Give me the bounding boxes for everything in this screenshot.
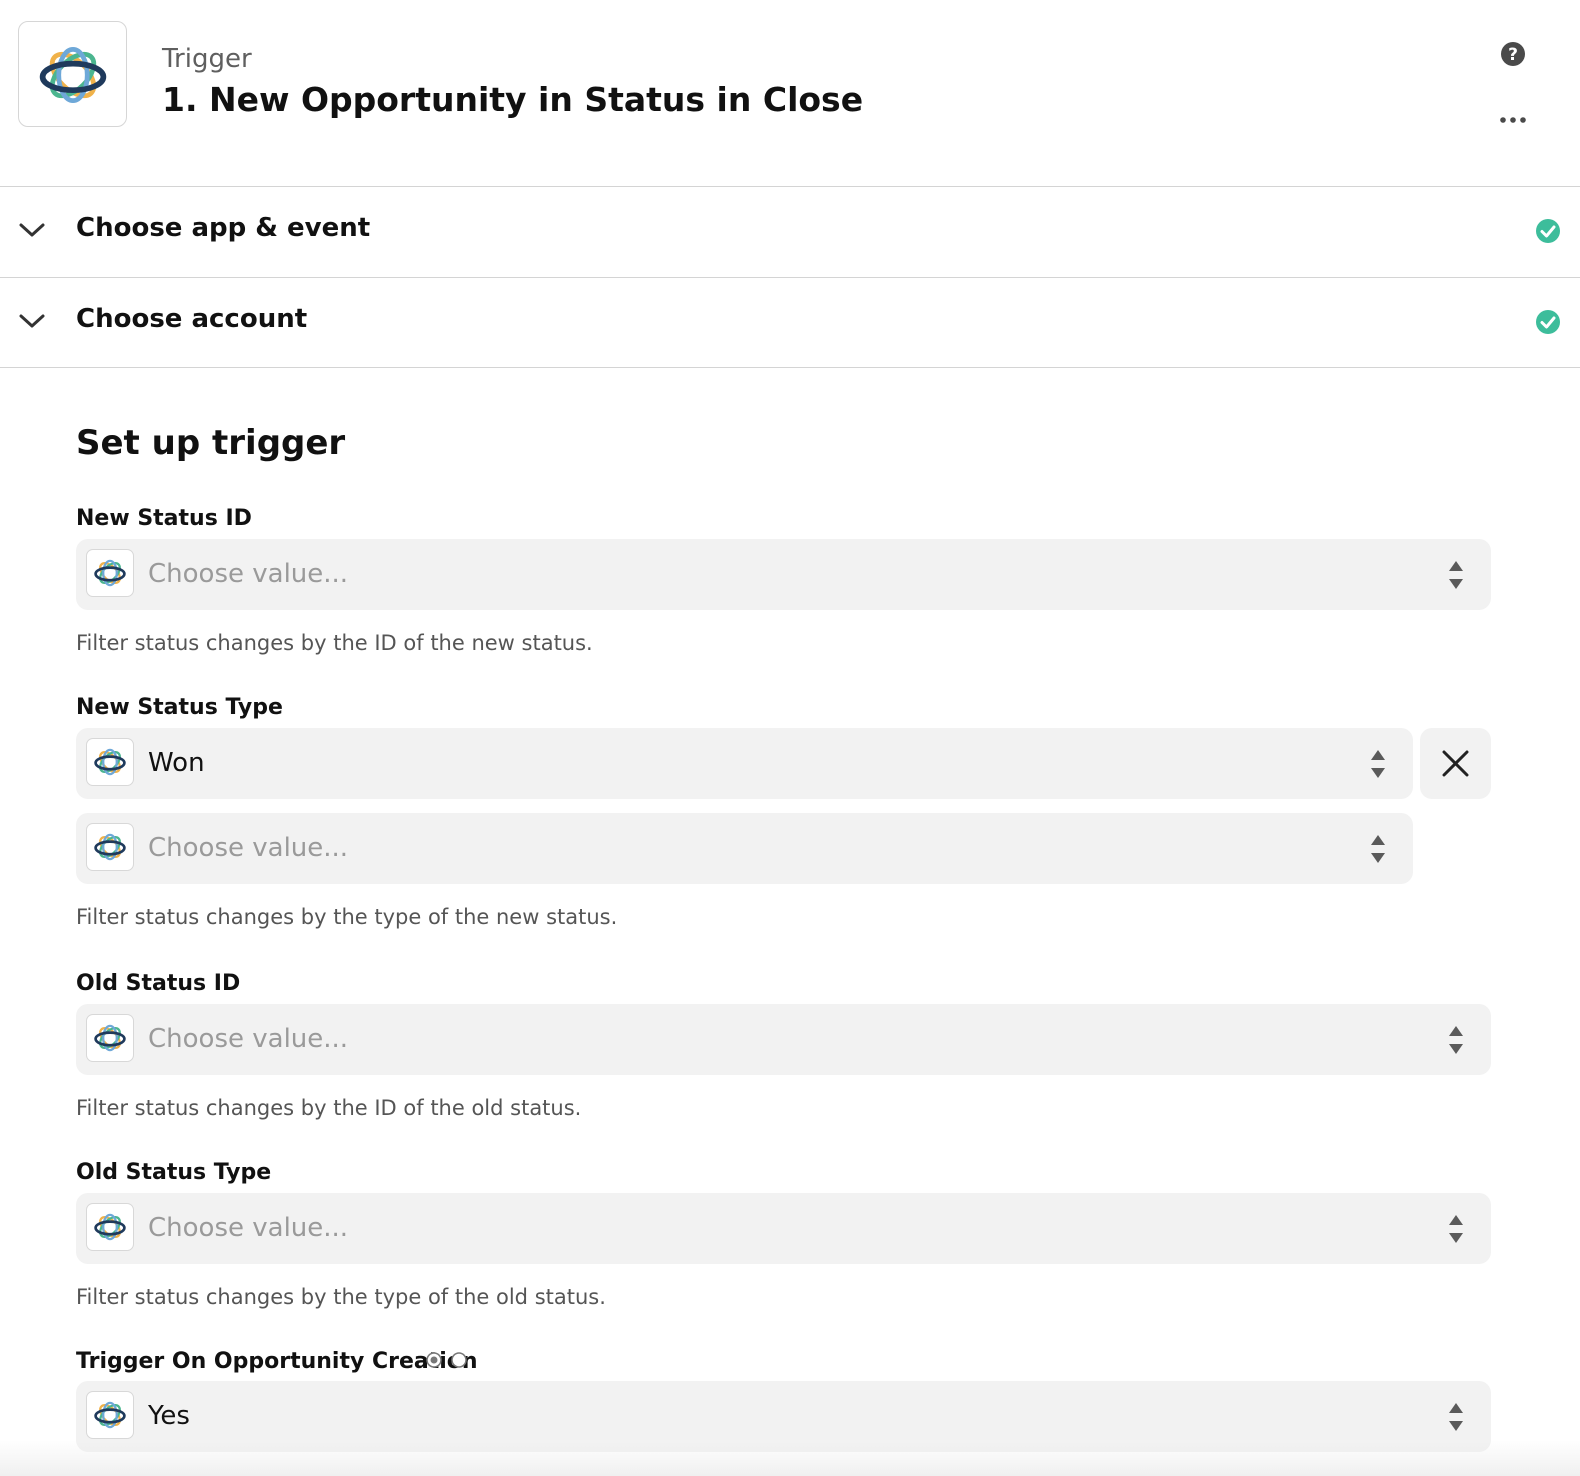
new-status-type-select[interactable]: Won	[76, 728, 1413, 799]
close-logo-icon	[86, 1203, 134, 1251]
help-icon[interactable]: ?	[1500, 41, 1526, 67]
select-arrows-icon	[1370, 834, 1386, 864]
close-logo-icon	[86, 738, 134, 786]
more-options-icon[interactable]	[1498, 110, 1528, 130]
old-status-type-help: Filter status changes by the type of the…	[76, 1285, 606, 1309]
new-status-type-extra-select[interactable]: Choose value...	[76, 813, 1413, 884]
close-logo-icon	[35, 37, 111, 113]
section-choose-account[interactable]: Choose account	[0, 277, 1580, 367]
new-status-id-label: New Status ID	[76, 506, 252, 531]
step-title[interactable]: 1. New Opportunity in Status in Close	[162, 80, 863, 119]
check-circle-icon	[1536, 219, 1560, 243]
old-status-id-select[interactable]: Choose value...	[76, 1004, 1491, 1075]
select-arrows-icon	[1448, 1025, 1464, 1055]
check-circle-icon	[1536, 310, 1560, 334]
radio-unselected-icon	[451, 1352, 467, 1368]
section-choose-app-event[interactable]: Choose app & event	[0, 186, 1580, 276]
app-logo	[18, 21, 127, 127]
select-arrows-icon	[1448, 1214, 1464, 1244]
new-status-type-label: New Status Type	[76, 695, 283, 720]
select-value: Choose value...	[148, 1213, 349, 1243]
select-value: Won	[148, 748, 205, 778]
old-status-type-label: Old Status Type	[76, 1160, 272, 1185]
close-icon	[1442, 750, 1469, 777]
step-header: Trigger 1. New Opportunity in Status in …	[0, 0, 1580, 187]
select-arrows-icon	[1448, 560, 1464, 590]
section-label: Choose account	[76, 304, 308, 334]
chevron-down-icon	[19, 223, 45, 237]
new-status-type-help: Filter status changes by the type of the…	[76, 905, 618, 929]
new-status-id-select[interactable]: Choose value...	[76, 539, 1491, 610]
step-kicker: Trigger	[162, 44, 252, 74]
svg-text:?: ?	[1508, 45, 1518, 65]
old-status-type-select[interactable]: Choose value...	[76, 1193, 1491, 1264]
select-value: Yes	[148, 1401, 190, 1431]
section-label: Choose app & event	[76, 213, 371, 243]
section-divider	[0, 367, 1580, 368]
close-logo-icon	[86, 1014, 134, 1062]
new-status-id-help: Filter status changes by the ID of the n…	[76, 631, 593, 655]
chevron-down-icon	[19, 314, 45, 328]
close-logo-icon	[86, 1391, 134, 1439]
select-value: Choose value...	[148, 833, 349, 863]
trigger-on-creation-label: Trigger On Opportunity Creation	[76, 1349, 478, 1374]
select-arrows-icon	[1448, 1402, 1464, 1432]
select-arrows-icon	[1370, 749, 1386, 779]
setup-title: Set up trigger	[76, 423, 346, 463]
select-value: Choose value...	[148, 1024, 349, 1054]
close-logo-icon	[86, 823, 134, 871]
input-mode-toggle[interactable]	[425, 1350, 475, 1370]
select-value: Choose value...	[148, 559, 349, 589]
trigger-on-creation-select[interactable]: Yes	[76, 1381, 1491, 1452]
old-status-id-help: Filter status changes by the ID of the o…	[76, 1096, 582, 1120]
close-logo-icon	[86, 549, 134, 597]
remove-value-button[interactable]	[1420, 728, 1491, 799]
old-status-id-label: Old Status ID	[76, 971, 241, 996]
